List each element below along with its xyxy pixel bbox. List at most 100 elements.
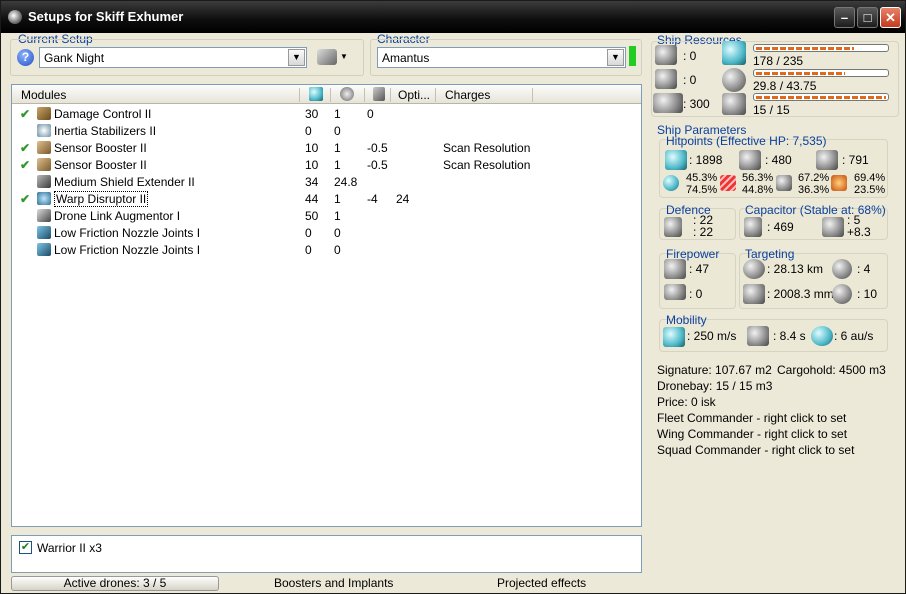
table-row[interactable]: Inertia Stabilizers II 0 0: [12, 122, 641, 139]
table-row[interactable]: Low Friction Nozzle Joints I 0 0: [12, 241, 641, 258]
module-icon: [37, 158, 51, 171]
fleet-commander-slot[interactable]: Fleet Commander - right click to set: [657, 411, 846, 425]
dropdown-arrow-icon[interactable]: ▼: [340, 52, 348, 61]
warp-speed: : 6 au/s: [834, 329, 874, 343]
module-name: Sensor Booster II: [54, 158, 147, 172]
mobility-title: Mobility: [666, 313, 707, 327]
boosters-implants-link[interactable]: Boosters and Implants: [274, 576, 393, 591]
modules-table[interactable]: Modules Opti... Charges ✔ Damage Control …: [11, 84, 642, 527]
powergrid-icon[interactable]: [340, 87, 354, 101]
table-row[interactable]: ✔ Sensor Booster II 10 1 -0.5 Scan Resolution: [12, 156, 641, 173]
warp-speed-icon: [811, 326, 833, 346]
table-row[interactable]: Low Friction Nozzle Joints I 0 0: [12, 224, 641, 241]
powergrid-icon: [722, 68, 746, 92]
module-name: Drone Link Augmentor I: [54, 209, 181, 223]
wing-commander-slot[interactable]: Wing Commander - right click to set: [657, 427, 847, 441]
explosive-resist-armor: 23.5%: [854, 184, 886, 196]
drone-bay-value: : 300: [683, 97, 710, 111]
col-charges[interactable]: Charges: [445, 88, 490, 102]
module-powergrid: 1: [334, 158, 341, 172]
volley-icon: [664, 284, 686, 300]
dronebay: Dronebay: 15 / 15 m3: [657, 379, 773, 393]
app-icon: [8, 10, 22, 24]
targeting-range: : 28.13 km: [767, 262, 824, 276]
sensor-strength: : 10: [857, 287, 878, 301]
squad-commander-slot[interactable]: Squad Commander - right click to set: [657, 443, 854, 457]
cpu-icon[interactable]: [309, 87, 323, 101]
firepower-value-2: : 0: [689, 287, 703, 301]
active-check-icon[interactable]: ✔: [20, 107, 30, 121]
module-cpu: 10: [305, 158, 319, 172]
active-check-icon[interactable]: ✔: [20, 158, 30, 172]
main-window: Setups for Skiff Exhumer – □ ✕ Current S…: [0, 0, 906, 594]
module-powergrid: 1: [334, 209, 341, 223]
module-capacitor: -0.5: [367, 158, 388, 172]
turret-hardpoint-icon: [655, 45, 677, 65]
module-icon: [37, 175, 51, 188]
table-row[interactable]: ✔ Sensor Booster II 10 1 -0.5 Scan Resolution: [12, 139, 641, 156]
module-icon: [37, 107, 51, 120]
scan-resolution-icon: [743, 284, 765, 304]
price: Price: 0 isk: [657, 395, 716, 409]
module-cpu: 0: [305, 124, 312, 138]
em-resist-shield: 45.3%: [686, 172, 718, 184]
chevron-down-icon[interactable]: ▼: [288, 49, 305, 66]
align-time: : 8.4 s: [773, 329, 806, 343]
module-powergrid: 24.8: [334, 175, 358, 189]
modules-table-header: Modules Opti... Charges: [12, 85, 641, 104]
thermal-resist-icon: [720, 175, 736, 191]
table-row[interactable]: Drone Link Augmentor I 50 1: [12, 207, 641, 224]
drone-checkbox[interactable]: ✔: [19, 541, 32, 554]
em-resist-armor: 74.5%: [686, 184, 718, 196]
table-row[interactable]: ✔ Damage Control II 30 1 0: [12, 105, 641, 122]
chevron-down-icon[interactable]: ▼: [607, 49, 624, 66]
module-powergrid: 1: [334, 192, 341, 206]
shield-hp: : 1898: [689, 153, 723, 167]
table-row[interactable]: Medium Shield Extender II 34 24.8: [12, 173, 641, 190]
projected-effects-link[interactable]: Projected effects: [497, 576, 586, 591]
launcher-value: : 0: [683, 73, 697, 87]
module-icon: [37, 141, 51, 154]
col-optimal[interactable]: Opti...: [398, 88, 430, 102]
module-charge: Scan Resolution: [443, 141, 531, 155]
kinetic-resist-icon: [776, 175, 792, 191]
module-charge: Scan Resolution: [443, 158, 531, 172]
character-select-value: Amantus: [382, 51, 430, 65]
hull-icon: [816, 150, 838, 170]
align-time-icon: [747, 326, 769, 346]
defence-value-2: : 22: [693, 225, 714, 239]
active-drones-status[interactable]: Active drones: 3 / 5: [11, 576, 219, 591]
help-icon[interactable]: ?: [17, 49, 34, 66]
cpu-value: 178 / 235: [753, 54, 804, 68]
armor-icon: [739, 150, 761, 170]
firepower-value-1: : 47: [689, 262, 710, 276]
table-row[interactable]: ✔ Warp Disruptor II 44 1 -4 24: [12, 190, 641, 207]
module-name: Low Friction Nozzle Joints I: [54, 243, 201, 257]
module-cpu: 50: [305, 209, 319, 223]
capacitor-icon[interactable]: [373, 87, 385, 101]
module-icon: [37, 243, 51, 256]
maximize-button[interactable]: □: [857, 7, 878, 28]
module-optimal: 24: [396, 192, 410, 206]
module-cpu: 30: [305, 107, 319, 121]
signature-radius: Signature: 107.67 m2: [657, 363, 772, 377]
minimize-button[interactable]: –: [834, 7, 855, 28]
close-button[interactable]: ✕: [880, 7, 901, 28]
max-velocity-icon: [663, 327, 685, 347]
module-name: Inertia Stabilizers II: [54, 124, 157, 138]
active-check-icon[interactable]: ✔: [20, 192, 30, 206]
module-name: Medium Shield Extender II: [54, 175, 195, 189]
col-modules[interactable]: Modules: [21, 88, 66, 102]
character-status-indicator: [629, 46, 636, 66]
scan-resolution: : 2008.3 mm: [767, 287, 834, 301]
drone-item-label: Warrior II x3: [37, 541, 102, 555]
setup-select[interactable]: Gank Night ▼: [39, 47, 307, 68]
explosive-resist-shield: 69.4%: [854, 172, 886, 184]
character-select[interactable]: Amantus ▼: [377, 47, 626, 68]
module-cpu: 34: [305, 175, 319, 189]
active-check-icon[interactable]: ✔: [20, 141, 30, 155]
module-name: Warp Disruptor II: [54, 191, 149, 207]
setup-select-value: Gank Night: [44, 51, 105, 65]
cargohold: Cargohold: 4500 m3: [777, 363, 886, 377]
ship-tools-icon[interactable]: [317, 49, 337, 65]
